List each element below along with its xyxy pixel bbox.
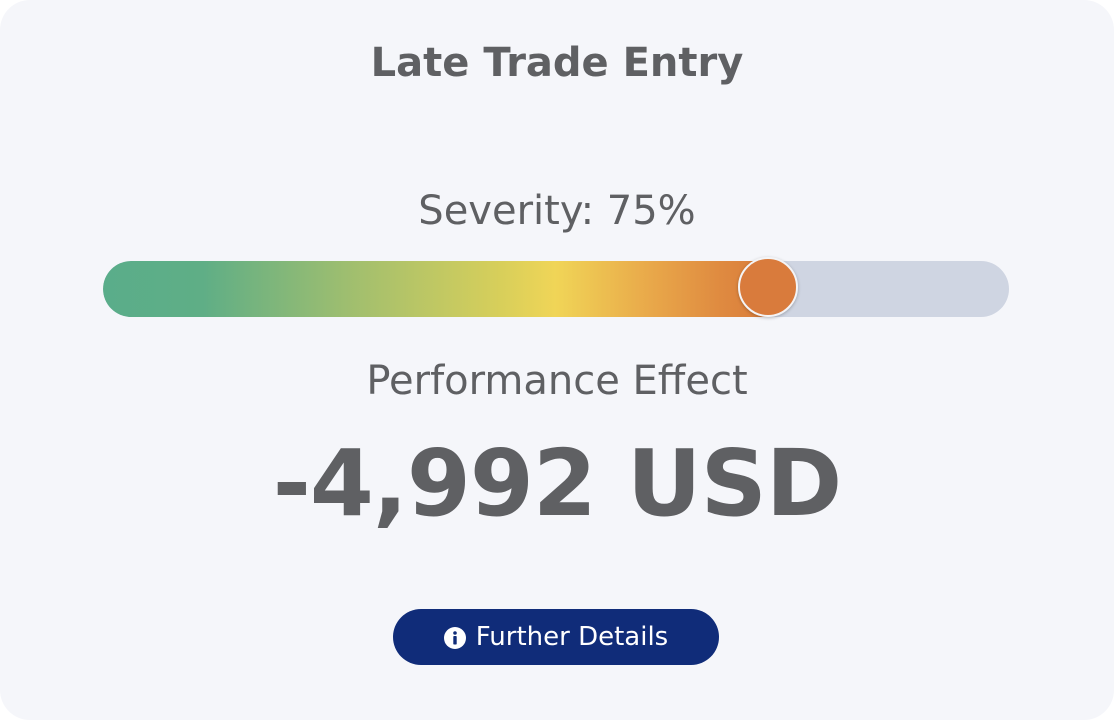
severity-slider-fill (103, 261, 768, 317)
performance-effect-value: -4,992 USD (272, 430, 843, 537)
info-icon (443, 626, 466, 649)
severity-slider-knob[interactable] (737, 257, 798, 317)
severity-slider-track[interactable] (103, 261, 1009, 317)
further-details-label: Further Details (475, 622, 669, 652)
performance-effect-label: Performance Effect (366, 358, 748, 404)
card-title: Late Trade Entry (370, 40, 744, 86)
further-details-button[interactable]: Further Details (393, 609, 719, 665)
late-trade-entry-card: Late Trade Entry Severity: 75% Performan… (0, 0, 1114, 720)
severity-label: Severity: 75% (418, 188, 696, 234)
